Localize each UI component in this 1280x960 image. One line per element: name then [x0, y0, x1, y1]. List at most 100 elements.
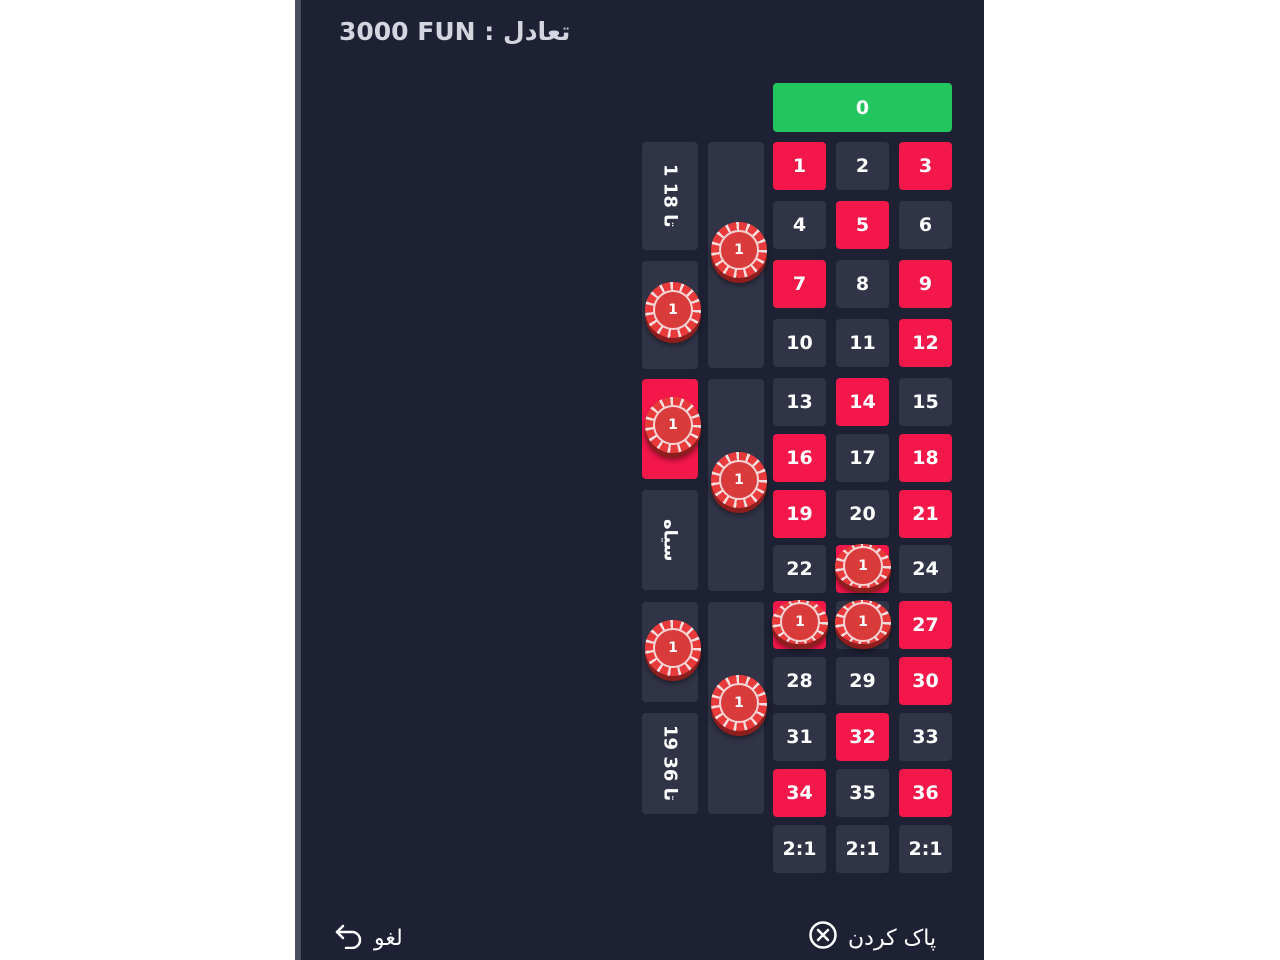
bet-black[interactable]: سیاه: [642, 490, 698, 590]
bet-number-14[interactable]: 14: [836, 378, 889, 426]
bet-number-18[interactable]: 18: [899, 434, 952, 482]
number-label: 24: [912, 558, 939, 580]
number-label: 27: [912, 614, 939, 636]
bet-number-24[interactable]: 24: [899, 545, 952, 593]
bet-number-1[interactable]: 1: [773, 142, 826, 190]
chip-value: 1: [843, 546, 883, 586]
undo-button[interactable]: لغو: [334, 918, 403, 958]
number-label: 32: [849, 726, 876, 748]
bet-number-17[interactable]: 17: [836, 434, 889, 482]
number-label: 31: [786, 726, 813, 748]
bet-number-28[interactable]: 28: [773, 657, 826, 705]
chip-number-26[interactable]: 1: [835, 600, 891, 644]
bet-number-12[interactable]: 12: [899, 319, 952, 367]
chip-value: 1: [719, 683, 759, 723]
bet-number-35[interactable]: 35: [836, 769, 889, 817]
bet-number-15[interactable]: 15: [899, 378, 952, 426]
number-label: 16: [786, 447, 813, 469]
chip-dozen-3[interactable]: 1: [711, 675, 767, 731]
chip-value: 1: [843, 602, 883, 642]
number-label: 19: [786, 503, 813, 525]
balance-display: 3000 FUN : تعادل: [339, 17, 571, 46]
bet-number-33[interactable]: 33: [899, 713, 952, 761]
bet-number-2[interactable]: 2: [836, 142, 889, 190]
number-label: 15: [912, 391, 939, 413]
bet-number-10[interactable]: 10: [773, 319, 826, 367]
number-label: 1: [792, 155, 807, 177]
bet-number-4[interactable]: 4: [773, 201, 826, 249]
column-bet-label: 2:1: [782, 838, 817, 860]
bet-number-34[interactable]: 34: [773, 769, 826, 817]
undo-label: لغو: [374, 925, 403, 951]
chip-value: 1: [780, 602, 820, 642]
bet-number-7[interactable]: 7: [773, 260, 826, 308]
number-label: 33: [912, 726, 939, 748]
bet-number-32[interactable]: 32: [836, 713, 889, 761]
number-label: 10: [786, 332, 813, 354]
chip-number-25[interactable]: 1: [772, 600, 828, 644]
chip-odd[interactable]: 1: [645, 620, 701, 676]
high-bet-label: 19 تا 36: [659, 725, 681, 802]
number-label: 28: [786, 670, 813, 692]
number-label: 11: [849, 332, 876, 354]
number-label: 9: [918, 273, 933, 295]
number-label: 36: [912, 782, 939, 804]
number-label: 12: [912, 332, 939, 354]
number-label: 18: [912, 447, 939, 469]
number-label: 35: [849, 782, 876, 804]
low-bet-label: 1 تا 18: [659, 164, 681, 228]
number-label: 21: [912, 503, 939, 525]
number-label: 4: [792, 214, 807, 236]
bet-number-22[interactable]: 22: [773, 545, 826, 593]
bet-number-20[interactable]: 20: [836, 490, 889, 538]
bet-number-21[interactable]: 21: [899, 490, 952, 538]
chip-value: 1: [653, 405, 693, 445]
bet-number-13[interactable]: 13: [773, 378, 826, 426]
number-label: 6: [918, 214, 933, 236]
bet-number-9[interactable]: 9: [899, 260, 952, 308]
bet-number-36[interactable]: 36: [899, 769, 952, 817]
bet-number-30[interactable]: 30: [899, 657, 952, 705]
chip-number-23[interactable]: 1: [835, 544, 891, 588]
close-circle-icon: [808, 920, 838, 956]
number-label: 2: [855, 155, 870, 177]
number-label: 14: [849, 391, 876, 413]
bet-low-1-18[interactable]: 1 تا 18: [642, 142, 698, 250]
bet-number-6[interactable]: 6: [899, 201, 952, 249]
number-label: 13: [786, 391, 813, 413]
number-label: 22: [786, 558, 813, 580]
number-label: 3: [918, 155, 933, 177]
bet-number-27[interactable]: 27: [899, 601, 952, 649]
bet-number-29[interactable]: 29: [836, 657, 889, 705]
bet-column-2[interactable]: 2:1: [836, 825, 889, 873]
number-label: 34: [786, 782, 813, 804]
chip-red[interactable]: 1: [645, 397, 701, 453]
number-label: 5: [855, 214, 870, 236]
chip-value: 1: [719, 230, 759, 270]
clear-label: پاک کردن: [848, 925, 937, 951]
undo-icon: [334, 921, 364, 955]
bet-zero[interactable]: 0: [773, 83, 952, 132]
bet-number-8[interactable]: 8: [836, 260, 889, 308]
number-label: 8: [855, 273, 870, 295]
bet-number-31[interactable]: 31: [773, 713, 826, 761]
bet-number-5[interactable]: 5: [836, 201, 889, 249]
number-label: 30: [912, 670, 939, 692]
black-bet-label: سیاه: [659, 518, 681, 562]
zero-label: 0: [855, 96, 870, 119]
bet-column-3[interactable]: 2:1: [899, 825, 952, 873]
column-bet-label: 2:1: [908, 838, 943, 860]
number-label: 17: [849, 447, 876, 469]
column-bet-label: 2:1: [845, 838, 880, 860]
clear-button[interactable]: پاک کردن: [808, 918, 936, 958]
bet-number-19[interactable]: 19: [773, 490, 826, 538]
bet-column-1[interactable]: 2:1: [773, 825, 826, 873]
bet-number-3[interactable]: 3: [899, 142, 952, 190]
chip-even[interactable]: 1: [645, 282, 701, 338]
chip-value: 1: [653, 290, 693, 330]
chip-dozen-1[interactable]: 1: [711, 222, 767, 278]
bet-number-11[interactable]: 11: [836, 319, 889, 367]
bet-high-19-36[interactable]: 19 تا 36: [642, 713, 698, 814]
chip-dozen-2[interactable]: 1: [711, 452, 767, 508]
bet-number-16[interactable]: 16: [773, 434, 826, 482]
